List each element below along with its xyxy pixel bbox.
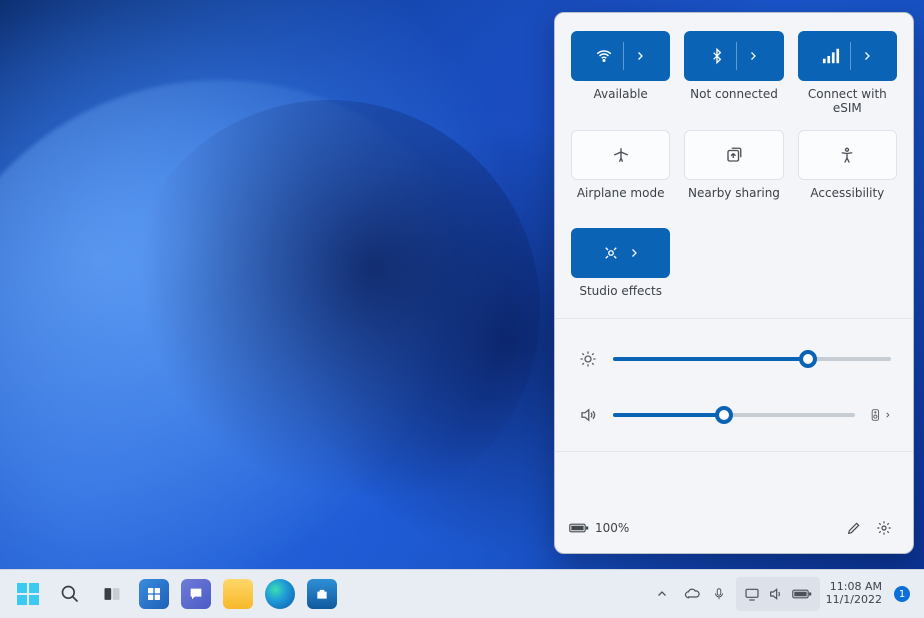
volume-tray-icon — [768, 586, 784, 602]
brightness-icon — [577, 350, 599, 368]
edge-button[interactable] — [260, 574, 300, 614]
onedrive-tray-icon[interactable] — [684, 587, 702, 601]
quick-settings-tiles: Available Not connected — [555, 13, 913, 318]
tray-overflow-button[interactable] — [650, 574, 674, 614]
widgets-icon — [139, 579, 169, 609]
battery-tray-icon — [792, 588, 812, 600]
chevron-right-icon — [861, 50, 873, 62]
chevron-right-icon — [747, 50, 759, 62]
quick-settings-tray-button[interactable] — [736, 577, 820, 611]
store-icon — [307, 579, 337, 609]
studio-effects-icon — [602, 244, 620, 262]
accessibility-tile-label: Accessibility — [798, 186, 897, 214]
chat-icon — [181, 579, 211, 609]
windows-logo-icon — [17, 583, 39, 605]
quick-settings-sliders — [555, 318, 913, 452]
edge-icon — [265, 579, 295, 609]
search-icon — [60, 584, 80, 604]
accessibility-icon — [838, 146, 856, 164]
studio-effects-tile[interactable] — [571, 228, 670, 278]
notifications-button[interactable]: 1 — [888, 574, 916, 614]
chevron-right-icon — [628, 247, 640, 259]
nearby-share-icon — [725, 146, 743, 164]
bluetooth-tile[interactable] — [684, 31, 783, 81]
taskbar: 11:08 AM 11/1/2022 1 — [0, 569, 924, 618]
audio-output-button[interactable] — [869, 404, 891, 426]
widgets-button[interactable] — [134, 574, 174, 614]
nearby-sharing-tile[interactable] — [684, 130, 783, 180]
cellular-tile[interactable] — [798, 31, 897, 81]
airplane-mode-tile[interactable] — [571, 130, 670, 180]
edit-quick-settings-button[interactable] — [839, 513, 869, 543]
quick-settings-panel: Available Not connected — [554, 12, 914, 554]
airplane-icon — [612, 146, 630, 164]
file-explorer-button[interactable] — [218, 574, 258, 614]
wifi-tile-label: Available — [571, 87, 670, 115]
microsoft-store-button[interactable] — [302, 574, 342, 614]
network-tray-icon — [744, 586, 760, 602]
notification-badge: 1 — [894, 586, 910, 602]
system-tray — [676, 585, 734, 603]
wifi-icon — [595, 47, 613, 65]
chevron-right-icon — [634, 50, 646, 62]
battery-percent: 100% — [595, 521, 629, 535]
wifi-tile[interactable] — [571, 31, 670, 81]
microphone-tray-icon[interactable] — [712, 585, 726, 603]
volume-icon — [577, 406, 599, 424]
brightness-slider[interactable] — [613, 349, 891, 369]
airplane-mode-tile-label: Airplane mode — [571, 186, 670, 214]
teams-chat-button[interactable] — [176, 574, 216, 614]
studio-effects-tile-label: Studio effects — [571, 284, 670, 312]
nearby-sharing-tile-label: Nearby sharing — [684, 186, 783, 214]
taskbar-date: 11/1/2022 — [826, 594, 882, 607]
settings-button[interactable] — [869, 513, 899, 543]
bluetooth-icon — [708, 47, 726, 65]
volume-slider[interactable] — [613, 405, 855, 425]
quick-settings-footer: 100% — [555, 503, 913, 553]
taskbar-clock[interactable]: 11:08 AM 11/1/2022 — [822, 581, 886, 606]
start-button[interactable] — [8, 574, 48, 614]
search-button[interactable] — [50, 574, 90, 614]
bluetooth-tile-label: Not connected — [684, 87, 783, 115]
task-view-icon — [102, 584, 122, 604]
folder-icon — [223, 579, 253, 609]
battery-status[interactable]: 100% — [569, 521, 629, 535]
cellular-bars-icon — [822, 47, 840, 65]
chevron-up-icon — [656, 588, 668, 600]
task-view-button[interactable] — [92, 574, 132, 614]
cellular-tile-label: Connect with eSIM — [798, 87, 897, 116]
battery-icon — [569, 521, 589, 535]
accessibility-tile[interactable] — [798, 130, 897, 180]
